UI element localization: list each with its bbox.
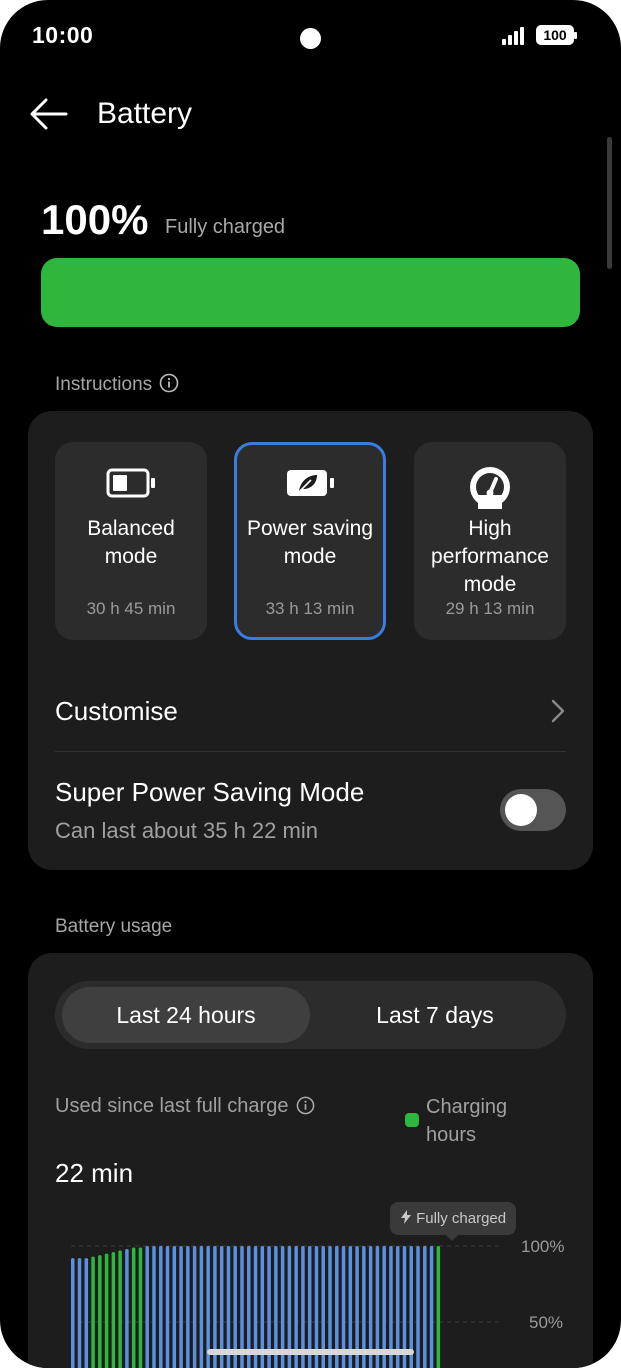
- info-icon[interactable]: [159, 373, 179, 393]
- chart-bar: [423, 1246, 427, 1368]
- chart-bar: [159, 1246, 163, 1368]
- battery-usage-label: Battery usage: [55, 916, 173, 937]
- charging-legend-swatch: [405, 1113, 419, 1127]
- chart-bar: [429, 1246, 434, 1368]
- toggle-knob: [505, 794, 537, 826]
- chart-bar: [111, 1252, 116, 1368]
- mode-name: High performance mode: [431, 517, 549, 596]
- modes-card: Balanced mode 30 h 45 min Power saving m…: [28, 411, 593, 870]
- mode-time: 33 h 13 min: [265, 599, 355, 618]
- status-time: 10:00: [32, 22, 94, 48]
- time-range-selector: Last 24 hours Last 7 days: [55, 981, 566, 1049]
- leaf-battery-icon: [287, 470, 334, 496]
- chart-bar: [192, 1246, 197, 1368]
- chart-bar: [98, 1255, 102, 1368]
- status-bar: 10:00 100: [0, 0, 621, 70]
- used-since-label[interactable]: Used since last full charge: [55, 1095, 315, 1118]
- mode-time: 29 h 13 min: [445, 599, 535, 618]
- back-arrow-icon[interactable]: [28, 96, 68, 132]
- mode-time: 30 h 45 min: [86, 599, 176, 618]
- fully-charged-tooltip: Fully charged: [390, 1202, 516, 1241]
- speedometer-icon: [470, 467, 510, 509]
- usage-card: Last 24 hours Last 7 days Used since las…: [28, 953, 593, 1368]
- balanced-mode-option[interactable]: Balanced mode 30 h 45 min: [55, 442, 207, 640]
- chevron-right-icon[interactable]: [550, 698, 566, 724]
- info-icon[interactable]: [296, 1096, 315, 1115]
- front-camera: [300, 28, 321, 49]
- battery-percent: 100%: [41, 196, 149, 243]
- chart-bar: [91, 1256, 95, 1368]
- super-power-saving-subtitle: Can last about 35 h 22 min: [55, 818, 318, 843]
- lightning-icon: [400, 1210, 411, 1224]
- battery-usage-chart: [71, 1245, 500, 1368]
- battery-level-bar: [41, 258, 580, 327]
- battery-status-icon: 100: [536, 25, 577, 45]
- chart-bar: [131, 1247, 136, 1368]
- y-axis-label-100: 100%: [521, 1237, 565, 1256]
- divider: [55, 751, 566, 752]
- battery-state: Fully charged: [165, 216, 286, 238]
- charging-legend-label: Charging hours: [426, 1096, 508, 1146]
- chart-bar: [77, 1258, 82, 1368]
- tab-last-7-days[interactable]: Last 7 days: [310, 987, 560, 1043]
- used-since-text: Used since last full charge: [55, 1095, 289, 1117]
- chart-bar: [199, 1246, 204, 1368]
- tab-last-24-hours[interactable]: Last 24 hours: [62, 987, 310, 1043]
- chart-bar: [179, 1246, 183, 1368]
- customise-row[interactable]: Customise: [55, 696, 178, 727]
- high-performance-mode-option[interactable]: High performance mode 29 h 13 min: [414, 442, 566, 640]
- instructions-label[interactable]: Instructions: [55, 373, 179, 396]
- chart-bar: [436, 1246, 441, 1368]
- super-power-saving-toggle[interactable]: [500, 789, 566, 831]
- mode-name: Balanced mode: [87, 517, 175, 568]
- chart-bar: [172, 1246, 177, 1368]
- chart-bar: [118, 1250, 122, 1368]
- chart-bar: [165, 1246, 170, 1368]
- used-since-value: 22 min: [55, 1158, 134, 1188]
- page-title: Battery: [97, 97, 193, 130]
- chart-bar: [84, 1258, 89, 1368]
- mode-name: Power saving mode: [246, 517, 374, 568]
- battery-icon: [106, 468, 155, 498]
- chart-bar: [152, 1246, 156, 1368]
- chart-bar: [186, 1246, 190, 1368]
- chart-bar: [138, 1247, 143, 1368]
- instructions-text: Instructions: [55, 374, 153, 395]
- chart-bar: [416, 1246, 420, 1368]
- chart-bar: [125, 1249, 129, 1368]
- chart-bar: [145, 1246, 149, 1368]
- chart-bar: [71, 1258, 75, 1368]
- home-indicator[interactable]: [207, 1349, 414, 1355]
- chart-bar: [104, 1253, 109, 1368]
- super-power-saving-title: Super Power Saving Mode: [55, 777, 365, 807]
- power-saving-mode-option[interactable]: Power saving mode 33 h 13 min: [234, 442, 386, 640]
- scrollbar[interactable]: [607, 137, 612, 269]
- phone-screen: 10:00 100 Battery 100% Fully charged Ins…: [0, 0, 621, 1368]
- signal-icon: [502, 27, 524, 45]
- y-axis-label-50: 50%: [529, 1313, 564, 1332]
